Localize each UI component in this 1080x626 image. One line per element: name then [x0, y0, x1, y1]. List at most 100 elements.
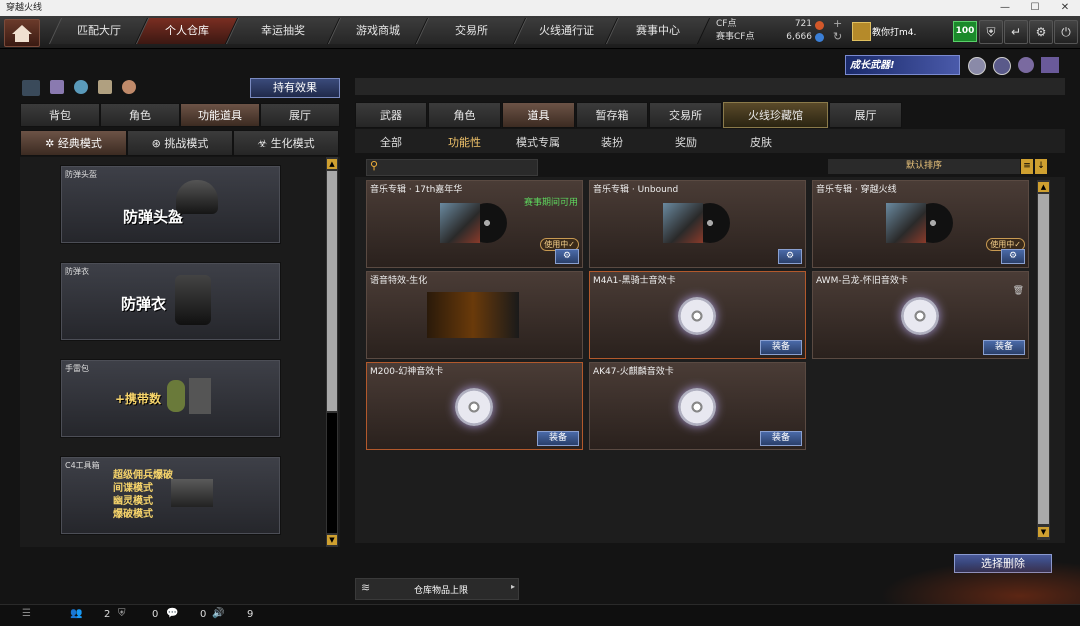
volume-icon[interactable]: 🔊: [212, 608, 224, 619]
equip-button[interactable]: 装备: [760, 431, 802, 446]
list-view-icon[interactable]: ≡: [1021, 159, 1033, 174]
growth-weapon-banner[interactable]: 成长武器!: [845, 55, 960, 75]
right-tab-character[interactable]: 角色: [428, 102, 501, 128]
gear-icon: ⚙: [1035, 25, 1047, 39]
left-tab-showroom[interactable]: 展厅: [260, 103, 340, 127]
right-tab-exchange[interactable]: 交易所: [649, 102, 722, 128]
equip-button[interactable]: 装备: [760, 340, 802, 355]
close-button[interactable]: ✕: [1050, 0, 1080, 16]
cycle-icon[interactable]: [74, 80, 88, 94]
maximize-button[interactable]: ☐: [1020, 0, 1050, 16]
zombie-mode-icon: ☣: [257, 137, 271, 150]
left-tab-character[interactable]: 角色: [100, 103, 180, 127]
sort-arrow-icon[interactable]: ↓: [1035, 159, 1047, 174]
nav-tab-lottery[interactable]: 幸运抽奖: [225, 18, 341, 44]
item-m200-phantom[interactable]: M200-幻神音效卡 装备: [366, 362, 583, 450]
album-cover: [663, 203, 703, 243]
w-badge-icon[interactable]: [1041, 57, 1059, 73]
shield-count: 0: [152, 609, 159, 620]
nav-tab-battlepass[interactable]: 火线通行证: [513, 18, 619, 44]
nav-tab-events[interactable]: 赛事中心: [605, 18, 711, 44]
trash-icon[interactable]: 🗑: [1013, 286, 1024, 296]
user-name: 教你打m4.: [872, 28, 917, 38]
mode-challenge[interactable]: ⊛ 挑战模式: [127, 130, 233, 156]
left-scrollbar[interactable]: ▲ ▼: [326, 157, 338, 547]
mode-classic[interactable]: ✲ 经典模式: [20, 130, 127, 156]
nav-tab-exchange[interactable]: 交易所: [415, 18, 527, 44]
back-button[interactable]: ↵: [1004, 20, 1028, 44]
capacity-bar[interactable]: ≋ 仓库物品上限 ▸: [355, 578, 519, 600]
home-button[interactable]: [4, 19, 40, 47]
right-scrollbar[interactable]: ▲ ▼: [1037, 180, 1050, 540]
chat-icon[interactable]: 💬: [166, 608, 178, 619]
right-tab-showroom[interactable]: 展厅: [829, 102, 902, 128]
item-m4a1-black-knight[interactable]: M4A1-黑骑士音效卡 装备: [589, 271, 806, 359]
character-icon[interactable]: [50, 80, 64, 94]
left-tab-backpack[interactable]: 背包: [20, 103, 100, 127]
nav-tab-mall[interactable]: 游戏商城: [327, 18, 429, 44]
power-button[interactable]: ⏻: [1054, 20, 1078, 44]
scroll-thumb[interactable]: [327, 171, 337, 411]
scroll-thumb[interactable]: [1038, 194, 1049, 524]
window-title-bar: 穿越火线 — ☐ ✕: [0, 0, 1080, 16]
subtab-functional[interactable]: 功能性: [448, 134, 481, 150]
equip-button[interactable]: 装备: [983, 340, 1025, 355]
card-c4-toolkit[interactable]: C4工具箱 超级佣兵爆破 间谍模式 幽灵模式 爆破模式: [60, 456, 281, 535]
v-badge-icon[interactable]: [968, 57, 986, 75]
avatar[interactable]: [852, 22, 871, 41]
subtab-mode-exclusive[interactable]: 模式专属: [516, 134, 560, 150]
held-effects-button[interactable]: 持有效果: [250, 78, 340, 98]
scroll-down-arrow[interactable]: ▼: [327, 535, 337, 545]
currency-labels: CF点 赛事CF点: [716, 19, 755, 42]
sort-dropdown[interactable]: 默认排序: [828, 159, 1020, 174]
nav-tab-warehouse[interactable]: 个人仓库: [135, 18, 239, 44]
item-voice-zombie[interactable]: 语音特效-生化: [366, 271, 583, 359]
equip-button[interactable]: 装备: [537, 431, 579, 446]
right-tab-collection[interactable]: 火线珍藏馆: [723, 102, 828, 128]
item-settings-button[interactable]: ⚙: [555, 249, 579, 264]
left-tab-functional[interactable]: 功能道具: [180, 103, 260, 127]
toggle-off-icon[interactable]: [22, 80, 40, 96]
scroll-down-arrow[interactable]: ▼: [1038, 527, 1049, 537]
shield-button[interactable]: ⛨: [979, 20, 1003, 44]
nav-tab-lobby[interactable]: 匹配大厅: [48, 18, 149, 44]
item-settings-button[interactable]: ⚙: [1001, 249, 1025, 264]
card-helmet[interactable]: 防弹头盔 防弹头盔: [60, 165, 281, 244]
scroll-up-arrow[interactable]: ▲: [327, 159, 337, 169]
subtab-all[interactable]: 全部: [380, 134, 402, 150]
item-settings-button[interactable]: ⚙: [778, 249, 802, 264]
hand-icon[interactable]: [98, 80, 112, 94]
item-album-unbound[interactable]: 音乐专辑 · Unbound ⚙: [589, 180, 806, 268]
target-badge-icon[interactable]: [993, 57, 1011, 75]
star-badge-icon[interactable]: [1018, 57, 1034, 73]
item-awm-lvlong[interactable]: AWM-吕龙-怀旧音效卡 🗑 装备: [812, 271, 1029, 359]
sound-card-disc-icon: [678, 388, 716, 426]
currency-values: 721 6,666: [770, 18, 812, 44]
add-cf-button[interactable]: +: [833, 17, 842, 30]
c4-toolbox-icon: [171, 479, 213, 507]
scroll-up-arrow[interactable]: ▲: [1038, 182, 1049, 192]
event-cf-points: 6,666: [786, 32, 812, 42]
subtab-outfit[interactable]: 装扮: [601, 134, 623, 150]
menu-icon[interactable]: ☰: [22, 608, 31, 619]
friends-count: 2: [104, 609, 111, 620]
item-album-17th[interactable]: 音乐专辑 · 17th嘉年华 赛事期间可用 使用中✓ ⚙: [366, 180, 583, 268]
search-input[interactable]: ⚲: [366, 159, 538, 176]
right-tab-weapons[interactable]: 武器: [355, 102, 427, 128]
settings-button[interactable]: ⚙: [1029, 20, 1053, 44]
right-tab-props[interactable]: 道具: [502, 102, 575, 128]
item-album-crossfire[interactable]: 音乐专辑 · 穿越火线 使用中✓ ⚙: [812, 180, 1029, 268]
item-ak47-fire-qilin[interactable]: AK47-火麒麟音效卡 装备: [589, 362, 806, 450]
subtab-rewards[interactable]: 奖励: [675, 134, 697, 150]
mode-zombie[interactable]: ☣ 生化模式: [233, 130, 339, 156]
right-tab-storage[interactable]: 暂存箱: [576, 102, 648, 128]
power-icon: ⏻: [1061, 25, 1071, 39]
subtab-skins[interactable]: 皮肤: [750, 134, 772, 150]
friends-icon[interactable]: 👥: [70, 608, 82, 619]
refresh-cf-button[interactable]: ↻: [833, 30, 842, 43]
card-grenade-pack[interactable]: 手雷包 +携带数: [60, 359, 281, 438]
grenade-icon[interactable]: [122, 80, 136, 94]
shield-status-icon[interactable]: ⛨: [118, 608, 126, 619]
card-vest[interactable]: 防弹衣 防弹衣: [60, 262, 281, 341]
minimize-button[interactable]: —: [990, 0, 1020, 16]
